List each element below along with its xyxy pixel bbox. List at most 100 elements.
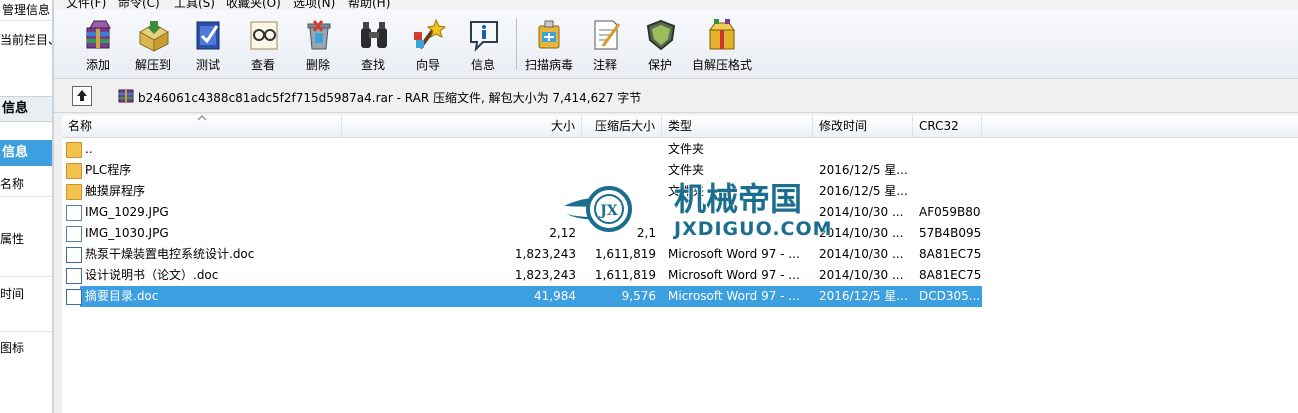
sfx-icon [709,19,735,50]
file-crc: 57B4B095 [919,226,982,240]
add-button[interactable]: 添加 [69,10,127,76]
folder-icon [66,163,82,179]
file-row[interactable]: .. 文件夹 [62,139,982,160]
file-name: IMG_1030.JPG [85,226,169,240]
column-crc[interactable]: CRC32 [913,115,982,137]
up-arrow-icon [77,90,87,101]
delete-button-label: 删除 [305,58,330,72]
file-crc: 8A81EC75 [919,268,982,282]
word-doc-icon [66,247,82,263]
comment-button[interactable]: 注释 [576,10,634,76]
wizard-button[interactable]: 向导 [399,10,457,76]
file-row[interactable]: 设计说明书（论文）.doc 1,823,243 1,611,819 Microsoft… [62,265,982,286]
wizard-icon [414,18,446,50]
info-icon [470,21,498,52]
find-button-label: 查找 [360,58,385,72]
add-button-label: 添加 [85,58,110,72]
jxdiguo-watermark: JX 机械帝国 JXDIGUO.COM [564,179,832,241]
file-type: 文件夹 [668,142,705,156]
address-bar: b246061c4388c81adc5f2f715d5987a4.rar - R… [54,80,1298,113]
column-modified-label: 修改时间 [819,119,868,133]
file-name: 热泵干燥装置电控系统设计.doc [85,247,255,261]
file-size: 2,12 [549,226,576,240]
test-button-label: 测试 [195,58,220,72]
sort-up-icon [198,115,206,121]
view-icon [250,21,278,50]
extract-to-icon [138,21,170,52]
jpg-file-icon [66,226,82,242]
file-packed: 1,611,819 [594,268,656,282]
file-name: 摘要目录.doc [85,289,159,303]
comment-button-label: 注释 [592,58,617,72]
file-name: 设计说明书（论文）.doc [85,268,219,282]
column-packed-label: 压缩后大小 [594,119,655,133]
add-archive-icon [86,20,111,49]
left-panel-field-name: 名称 [0,177,25,191]
column-name[interactable]: 名称 [62,115,342,137]
delete-icon [307,20,331,50]
word-doc-icon [66,268,82,284]
winrar-window: 文件(F) 命令(C) 工具(S) 收藏夹(O) 选项(N) 帮助(H) 添加 [54,0,1298,413]
left-panel-tab[interactable]: 信息 [0,96,52,122]
column-type[interactable]: 类型 [662,115,813,137]
toolbar-separator [516,18,517,70]
column-size-label: 大小 [550,119,575,133]
virus-scan-button-label: 扫描病毒 [524,58,573,72]
file-crc: AF059B80 [919,205,981,219]
find-button[interactable]: 查找 [344,10,402,76]
virus-scan-button[interactable]: 扫描病毒 [519,10,579,76]
file-crc [919,181,982,202]
column-packed[interactable]: 压缩后大小 [582,115,662,137]
protect-button[interactable]: 保护 [631,10,689,76]
watermark-badge: JX [598,203,618,219]
rar-archive-icon [118,89,134,103]
archive-path[interactable]: b246061c4388c81adc5f2f715d5987a4.rar - R… [138,89,641,106]
test-button[interactable]: 测试 [179,10,237,76]
column-name-label: 名称 [68,119,93,133]
column-modified[interactable]: 修改时间 [813,115,913,137]
info-button[interactable]: 信息 [454,10,512,76]
file-packed: 1,611,819 [594,247,656,261]
watermark-title: 机械帝国 [674,180,802,218]
file-row[interactable]: 摘要目录.doc 41,984 9,576 Microsoft Word 97 - .… [66,286,982,307]
file-packed [582,139,656,160]
toolbar: 添加 解压到 测试 查看 删除 查找 向导 信息 扫描病毒 注释 保护 自解压格… [54,10,1298,79]
column-size[interactable]: 大小 [342,115,582,137]
file-name: .. [85,142,93,156]
extract-to-button[interactable]: 解压到 [124,10,182,76]
column-crc-label: CRC32 [919,119,959,133]
left-panel-selected[interactable]: 信息 [0,140,52,166]
menu-bar: 文件(F) 命令(C) 工具(S) 收藏夹(O) 选项(N) 帮助(H) [54,0,1298,10]
delete-button[interactable]: 删除 [289,10,347,76]
wizard-button-label: 向导 [415,58,440,72]
word-doc-icon [66,289,82,305]
view-button[interactable]: 查看 [234,10,292,76]
file-size [342,181,576,202]
file-modified [819,139,913,160]
virus-scan-icon [538,20,560,49]
file-row[interactable]: 热泵干燥装置电控系统设计.doc 1,823,243 1,611,819 Micros… [62,244,982,265]
test-icon [196,21,220,50]
info-button-label: 信息 [470,58,495,72]
file-modified: 2014/10/30 ... [819,247,904,261]
up-folder-button[interactable] [72,86,92,106]
file-type: Microsoft Word 97 - ... [668,268,800,282]
left-panel: 管理信息 当前栏目、 信息 信息 名称 属性 时间 图标 [0,0,54,413]
left-panel-field-attr: 属性 [0,232,25,246]
file-size: 1,823,243 [514,247,576,261]
file-crc [919,160,982,181]
jpg-file-icon [66,205,82,221]
left-panel-tab-label: 信息 [2,101,29,116]
file-size: 41,984 [534,289,576,303]
file-name: PLC程序 [85,163,132,177]
file-type: Microsoft Word 97 - ... [668,289,800,303]
file-name: IMG_1029.JPG [85,205,169,219]
folder-icon [66,184,82,200]
find-icon [361,22,387,48]
sfx-button[interactable]: 自解压格式 [687,10,757,76]
view-button-label: 查看 [250,58,275,72]
file-size [342,160,576,181]
file-type: Microsoft Word 97 - ... [668,247,800,261]
file-size: 1,823,243 [514,268,576,282]
left-panel-title: 管理信息 [2,3,51,17]
